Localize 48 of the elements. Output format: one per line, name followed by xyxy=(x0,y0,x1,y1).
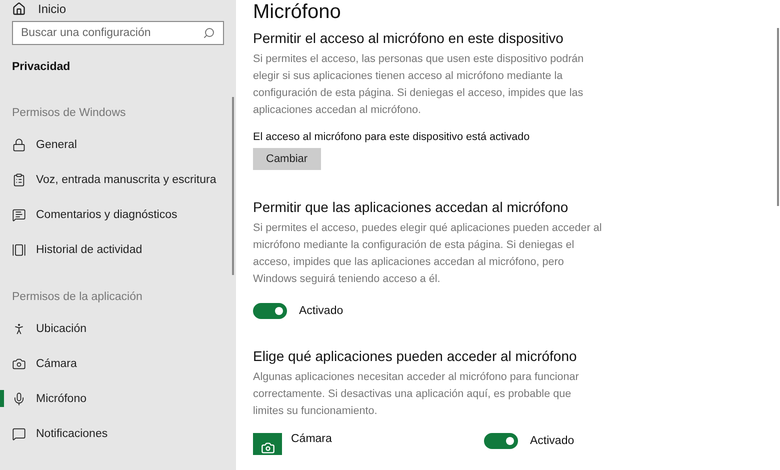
status-text: El acceso al micrófono para este dispositivo está activado xyxy=(253,131,531,143)
app-name: Cámara xyxy=(291,433,333,445)
speech-bubble-icon xyxy=(12,208,26,222)
toggle-switch[interactable] xyxy=(484,433,518,449)
group-title: Permisos de Windows xyxy=(12,107,127,119)
section-description: Si permites el acceso, puedes elegir qué aplicaciones pueden acceder al micrófono mediante la configuración de esta página. Si deniegas el acceso, impides que las aplicaciones accedan al micrófono, pero Windows seguirá teniendo acceso a él. xyxy=(253,221,603,287)
sidebar-item[interactable]: General xyxy=(0,127,236,162)
section-description: Algunas aplicaciones necesitan acceder al micrófono para funcionar correctamente. Si desactivas una aplicación aquí, es probable que limites su funcionamiento. xyxy=(253,370,580,419)
sidebar-item-label: Micrófono xyxy=(36,392,86,404)
microphone-icon xyxy=(12,392,26,406)
sidebar-item-label: Ubicación xyxy=(36,322,86,334)
page-title: Micrófono xyxy=(253,1,342,23)
chat-icon xyxy=(12,426,26,440)
sidebar-item-label: Cámara xyxy=(36,358,77,370)
app-icon xyxy=(253,433,282,455)
sidebar-item-label: Voz, entrada manuscrita y escritura xyxy=(36,174,216,186)
section-description: Si permites el acceso, las personas que usen este dispositivo podrán elegir si sus aplicaciones tienen acceso al micrófono mediante la configuración de esta página. Si deniegas el acceso, impides que las aplicaciones accedan al micrófono. xyxy=(253,52,585,118)
camera-icon xyxy=(12,356,26,370)
clipboard-icon xyxy=(12,172,26,186)
scrollbar[interactable] xyxy=(232,97,234,275)
sidebar-item-label: General xyxy=(36,138,77,150)
section-heading: Elige qué aplicaciones pueden acceder al micrófono xyxy=(253,347,578,366)
search-icon[interactable] xyxy=(203,27,215,39)
category-title: Privacidad xyxy=(12,61,72,73)
change-button[interactable]: Cambiar xyxy=(253,148,321,170)
home-icon[interactable] xyxy=(12,2,26,16)
sidebar-item-label: Comentarios y diagnósticos xyxy=(36,208,178,220)
section-heading: Permitir el acceso al micrófono en este dispositivo xyxy=(253,29,564,48)
sidebar-item[interactable]: Notificaciones xyxy=(0,416,236,451)
sidebar-item[interactable]: Cámara xyxy=(0,346,236,381)
lock-icon xyxy=(12,138,26,152)
scrollbar[interactable] xyxy=(777,28,779,206)
sidebar-item[interactable]: Micrófono xyxy=(0,381,236,416)
timeline-icon xyxy=(12,242,26,256)
sidebar-item[interactable]: Ubicación xyxy=(0,311,236,346)
toggle-label: Activado xyxy=(530,435,574,447)
group-title: Permisos de la aplicación xyxy=(12,291,144,303)
sidebar-item-label: Notificaciones xyxy=(36,428,108,440)
person-icon xyxy=(12,322,26,336)
sidebar-item[interactable]: Voz, entrada manuscrita y escritura xyxy=(0,162,236,197)
home-link[interactable]: Inicio xyxy=(38,2,66,16)
toggle-label: Activado xyxy=(299,305,344,317)
search-field[interactable]: Buscar una configuración xyxy=(12,21,224,45)
sidebar-item-label: Historial de actividad xyxy=(36,244,142,256)
toggle-switch[interactable] xyxy=(253,303,287,319)
sidebar-item[interactable]: Comentarios y diagnósticos xyxy=(0,197,236,232)
sidebar-item[interactable]: Historial de actividad xyxy=(0,232,236,267)
section-heading: Permitir que las aplicaciones accedan al micrófono xyxy=(253,198,570,217)
